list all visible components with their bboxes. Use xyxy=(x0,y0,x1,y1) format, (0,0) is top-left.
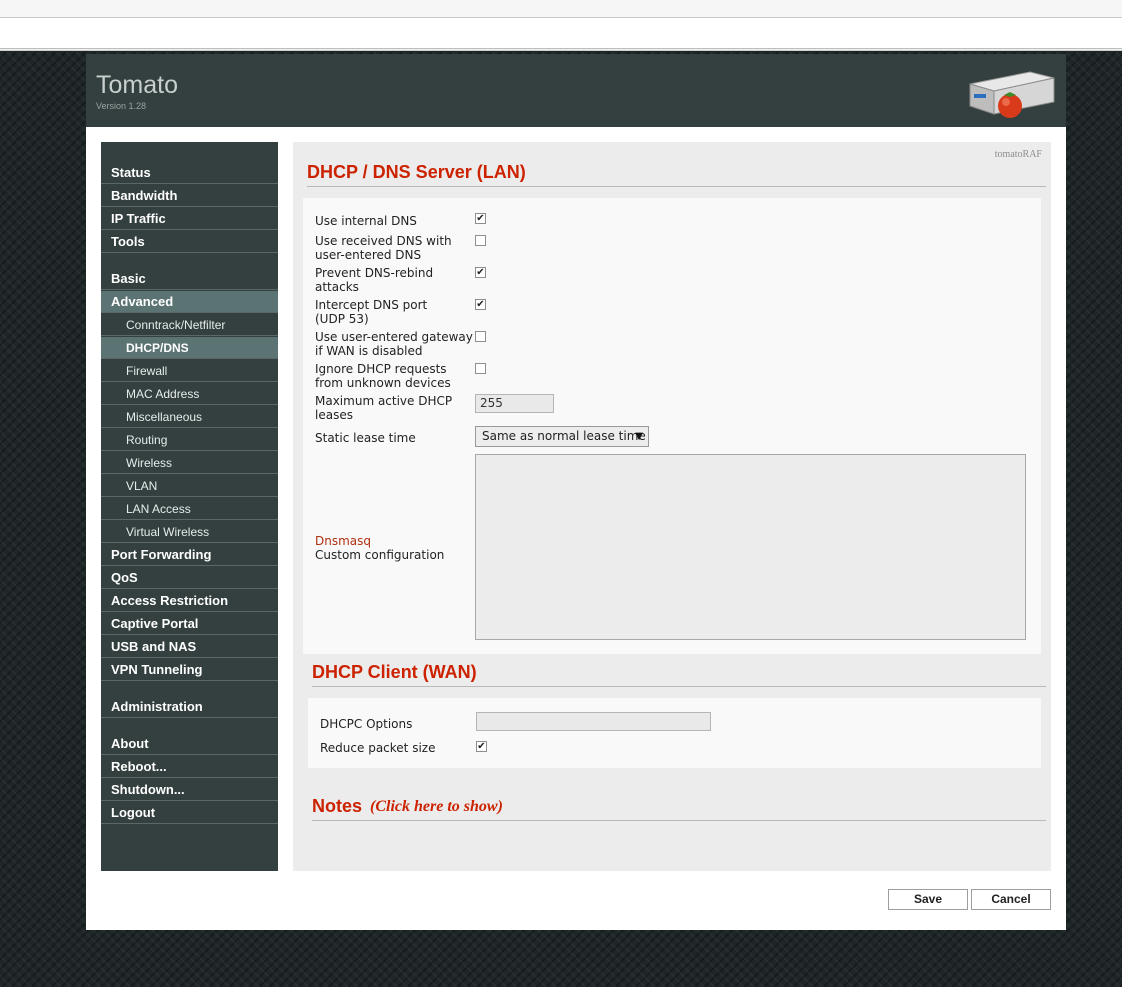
use-received-dns-label-line2: user-entered DNS xyxy=(315,248,422,262)
sidebar-item-routing[interactable]: Routing xyxy=(101,429,278,451)
wan-section-divider xyxy=(312,686,1046,687)
sidebar-item-shutdown[interactable]: Shutdown... xyxy=(101,779,278,801)
user-gateway-label-line1: Use user-entered gateway xyxy=(315,330,473,344)
notes-title: Notes xyxy=(312,796,363,816)
max-leases-label-line1: Maximum active DHCP xyxy=(315,394,453,408)
main-content: tomatoRAF DHCP / DNS Server (LAN) Use in… xyxy=(293,142,1051,871)
sidebar-item-advanced[interactable]: Advanced xyxy=(101,291,278,313)
lan-section-title: DHCP / DNS Server (LAN) xyxy=(307,162,526,182)
sidebar-item-access-restriction[interactable]: Access Restriction xyxy=(101,590,278,612)
custom-config-textarea[interactable] xyxy=(475,454,1026,640)
browser-tabstrip xyxy=(0,0,1122,18)
sidebar-item-mac-address[interactable]: MAC Address xyxy=(101,383,278,405)
sidebar-item-bandwidth[interactable]: Bandwidth xyxy=(101,185,278,207)
sidebar-item-usb-nas[interactable]: USB and NAS xyxy=(101,636,278,658)
use-internal-dns-checkbox[interactable]: ✔ xyxy=(475,213,486,224)
sidebar-item-basic[interactable]: Basic xyxy=(101,268,278,290)
dhcpc-options-input[interactable] xyxy=(476,712,711,731)
wan-settings-panel: DHCPC Options Reduce packet size ✔ xyxy=(308,698,1041,768)
max-leases-label-line2: leases xyxy=(315,408,353,422)
sidebar-item-virtual-wireless[interactable]: Virtual Wireless xyxy=(101,521,278,543)
sidebar-item-port-forwarding[interactable]: Port Forwarding xyxy=(101,544,278,566)
sidebar-item-vpn-tunneling[interactable]: VPN Tunneling xyxy=(101,659,278,681)
prevent-rebind-checkbox[interactable]: ✔ xyxy=(475,267,486,278)
save-button[interactable]: Save xyxy=(888,889,968,910)
checkmark-icon: ✔ xyxy=(476,213,485,224)
checkmark-icon: ✔ xyxy=(476,299,485,310)
ignore-dhcp-label-line1: Ignore DHCP requests xyxy=(315,362,447,376)
sidebar-item-vlan[interactable]: VLAN xyxy=(101,475,278,497)
static-lease-label: Static lease time xyxy=(315,431,416,445)
reduce-packet-checkbox[interactable]: ✔ xyxy=(476,741,487,752)
sidebar-item-firewall[interactable]: Firewall xyxy=(101,360,278,382)
sidebar-item-tools[interactable]: Tools xyxy=(101,231,278,253)
use-received-dns-label-line1: Use received DNS with xyxy=(315,234,452,248)
dnsmasq-link[interactable]: Dnsmasq xyxy=(315,534,371,548)
prevent-rebind-label-line2: attacks xyxy=(315,280,359,294)
page-container: Tomato Version 1.28 Status Bandwidth IP … xyxy=(86,54,1066,930)
app-title: Tomato xyxy=(96,71,178,99)
sidebar-item-about[interactable]: About xyxy=(101,733,278,755)
sidebar-item-captive-portal[interactable]: Captive Portal xyxy=(101,613,278,635)
chevron-down-icon: ▼ xyxy=(635,431,643,442)
user-gateway-label-line2: if WAN is disabled xyxy=(315,344,423,358)
ignore-dhcp-checkbox[interactable] xyxy=(475,363,486,374)
user-tag: tomatoRAF xyxy=(994,149,1042,160)
ignore-dhcp-label-line2: from unknown devices xyxy=(315,376,451,390)
user-gateway-checkbox[interactable] xyxy=(475,331,486,342)
prevent-rebind-label-line1: Prevent DNS-rebind xyxy=(315,266,434,280)
static-lease-select[interactable]: Same as normal lease time ▼ xyxy=(475,426,649,447)
sidebar-item-dhcp-dns[interactable]: DHCP/DNS xyxy=(101,337,278,359)
static-lease-selected: Same as normal lease time xyxy=(482,429,646,443)
dhcpc-options-label: DHCPC Options xyxy=(320,717,413,731)
cancel-button[interactable]: Cancel xyxy=(971,889,1051,910)
header: Tomato Version 1.28 xyxy=(86,54,1066,127)
sidebar-item-ip-traffic[interactable]: IP Traffic xyxy=(101,208,278,230)
use-received-dns-checkbox[interactable] xyxy=(475,235,486,246)
sidebar-item-reboot[interactable]: Reboot... xyxy=(101,756,278,778)
lan-section-divider xyxy=(307,186,1046,187)
browser-address-bar[interactable] xyxy=(0,18,1122,49)
intercept-dns-label-line2: (UDP 53) xyxy=(315,312,369,326)
reduce-packet-label: Reduce packet size xyxy=(320,741,436,755)
sidebar-item-conntrack[interactable]: Conntrack/Netfilter xyxy=(101,314,278,336)
sidebar-item-qos[interactable]: QoS xyxy=(101,567,278,589)
checkmark-icon: ✔ xyxy=(476,267,485,278)
intercept-dns-label-line1: Intercept DNS port xyxy=(315,298,428,312)
router-logo-icon xyxy=(969,71,1055,118)
app-version: Version 1.28 xyxy=(96,101,147,111)
lan-settings-panel: Use internal DNS ✔ Use received DNS with… xyxy=(303,198,1041,654)
sidebar-item-status[interactable]: Status xyxy=(101,162,278,184)
sidebar-item-miscellaneous[interactable]: Miscellaneous xyxy=(101,406,278,428)
intercept-dns-checkbox[interactable]: ✔ xyxy=(475,299,486,310)
notes-show-link[interactable]: (Click here to show) xyxy=(370,798,503,816)
sidebar-nav: Status Bandwidth IP Traffic Tools Basic … xyxy=(101,142,278,871)
sidebar-item-logout[interactable]: Logout xyxy=(101,802,278,824)
custom-config-label: Custom configuration xyxy=(315,548,445,562)
browser-chrome xyxy=(0,0,1122,51)
sidebar-item-administration[interactable]: Administration xyxy=(101,696,278,718)
checkmark-icon: ✔ xyxy=(477,741,486,752)
sidebar-item-lan-access[interactable]: LAN Access xyxy=(101,498,278,520)
wan-section-title: DHCP Client (WAN) xyxy=(312,662,477,682)
notes-divider xyxy=(312,820,1046,821)
sidebar-item-wireless[interactable]: Wireless xyxy=(101,452,278,474)
use-internal-dns-label: Use internal DNS xyxy=(315,214,417,228)
max-leases-input[interactable]: 255 xyxy=(475,394,554,413)
